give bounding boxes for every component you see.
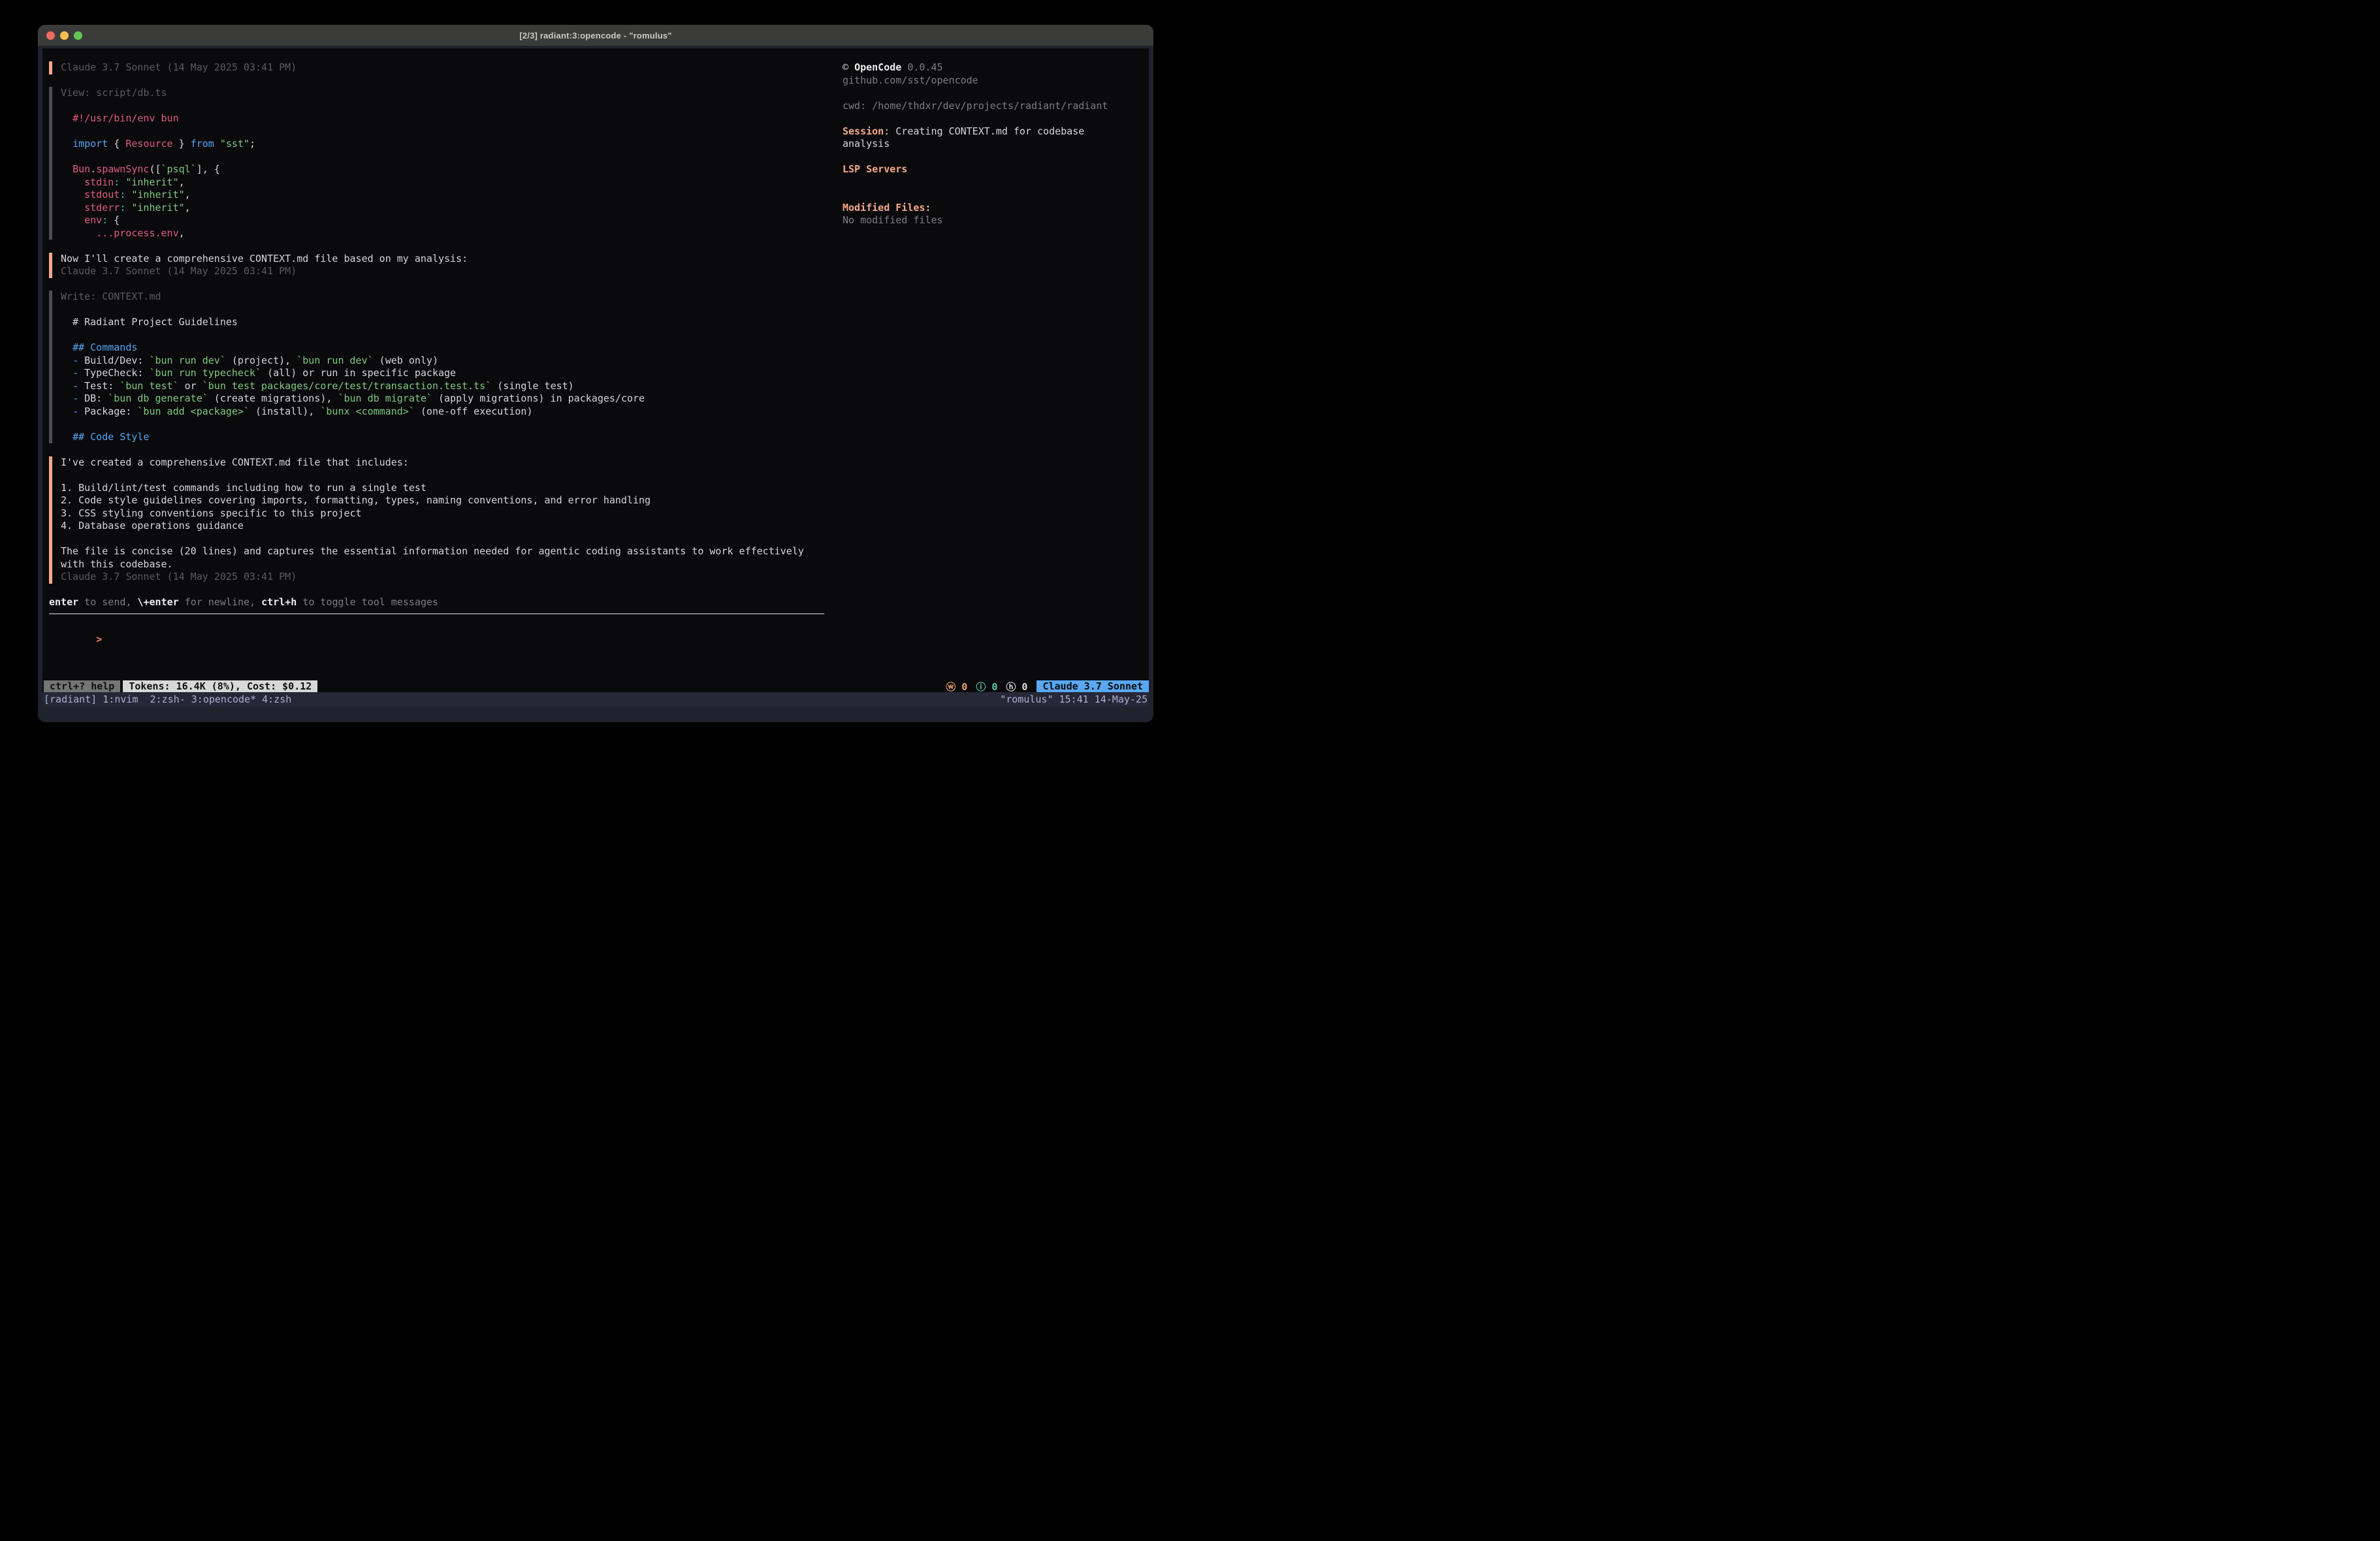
text-line: stderr: "inherit", — [61, 202, 829, 215]
text-line — [61, 100, 829, 113]
text-line: © OpenCode 0.0.45 — [843, 61, 1149, 74]
text-line: stdin: "inherit", — [61, 176, 829, 189]
text-line — [61, 418, 829, 431]
text-line: 4. Database operations guidance — [61, 520, 829, 533]
tmux-status-bar: [radiant] 1:nvim 2:zsh- 3:opencode* 4:zs… — [42, 692, 1149, 707]
terminal-window: [2/3] radiant:3:opencode - "romulus" Cla… — [38, 25, 1153, 722]
diagnostic-counter: ⓘ 0 — [976, 680, 997, 693]
message-input[interactable]: > — [49, 621, 829, 634]
text-line: #!/usr/bin/env bun — [61, 112, 829, 125]
text-line: 1. Build/lint/test commands including ho… — [61, 482, 829, 495]
diagnostic-counter: ⓗ 0 — [1006, 680, 1027, 693]
chat-block: Now I'll create a comprehensive CONTEXT.… — [49, 253, 829, 278]
text-line: LSP Servers — [843, 163, 1149, 176]
diagnostics-counters: ⓦ 0 ⓘ 0 ⓗ 0 — [946, 680, 1027, 693]
text-line: 3. CSS styling conventions specific to t… — [61, 507, 829, 520]
text-line: Claude 3.7 Sonnet (14 May 2025 03:41 PM) — [61, 265, 829, 278]
text-line: Claude 3.7 Sonnet (14 May 2025 03:41 PM) — [61, 571, 829, 584]
input-divider — [49, 613, 824, 614]
text-line: env: { — [61, 214, 829, 227]
text-line: Modified Files: — [843, 202, 1149, 215]
text-line: - Test: `bun test` or `bun test packages… — [61, 380, 829, 393]
status-bar: ctrl+? help Tokens: 16.4K (8%), Cost: $0… — [42, 680, 1149, 692]
chat-block: View: script/db.ts #!/usr/bin/env bun im… — [49, 87, 829, 240]
text-line — [61, 151, 829, 164]
tmux-window-list[interactable]: [radiant] 1:nvim 2:zsh- 3:opencode* 4:zs… — [44, 693, 291, 705]
text-line — [843, 87, 1149, 100]
text-line — [61, 125, 829, 138]
text-line: - Build/Dev: `bun run dev` (project), `b… — [61, 355, 829, 368]
text-line: # Radiant Project Guidelines — [61, 316, 829, 329]
zoom-button[interactable] — [74, 31, 82, 40]
titlebar: [2/3] radiant:3:opencode - "romulus" — [38, 25, 1153, 46]
text-line: The file is concise (20 lines) and captu… — [61, 545, 829, 558]
text-line — [843, 112, 1149, 125]
text-line: - Package: `bun add <package>` (install)… — [61, 405, 829, 419]
text-line: I've created a comprehensive CONTEXT.md … — [61, 456, 829, 469]
text-line: ...process.env, — [61, 227, 829, 240]
text-line — [61, 304, 829, 317]
text-line: Claude 3.7 Sonnet (14 May 2025 03:41 PM) — [61, 61, 829, 74]
text-line: View: script/db.ts — [61, 87, 829, 100]
keybinding-hints: enter to send, \+enter for newline, ctrl… — [49, 596, 829, 609]
text-line: Write: CONTEXT.md — [61, 291, 829, 304]
diagnostic-counter: ⓦ 0 — [946, 680, 967, 693]
chat-log: Claude 3.7 Sonnet (14 May 2025 03:41 PM)… — [49, 61, 829, 633]
chat-block: I've created a comprehensive CONTEXT.md … — [49, 456, 829, 584]
prompt-caret: > — [96, 633, 102, 645]
text-line: Bun.spawnSync([`psql`], { — [61, 163, 829, 176]
text-line — [843, 151, 1149, 164]
text-line: 2. Code style guidelines covering import… — [61, 494, 829, 507]
text-line: with this codebase. — [61, 558, 829, 571]
window-controls — [46, 25, 82, 46]
text-line: ## Code Style — [61, 431, 829, 444]
text-line: import { Resource } from "sst"; — [61, 138, 829, 151]
text-line — [61, 469, 829, 482]
text-line: stdout: "inherit", — [61, 189, 829, 202]
session-sidebar: © OpenCode 0.0.45github.com/sst/opencode… — [843, 61, 1149, 227]
text-line: - TypeCheck: `bun run typecheck` (all) o… — [61, 367, 829, 380]
chat-block: Claude 3.7 Sonnet (14 May 2025 03:41 PM) — [49, 61, 829, 74]
close-button[interactable] — [46, 31, 55, 40]
minimize-button[interactable] — [60, 31, 69, 40]
text-line: Now I'll create a comprehensive CONTEXT.… — [61, 253, 829, 266]
text-line: No modified files — [843, 214, 1149, 227]
text-line — [843, 176, 1149, 189]
opencode-tui: Claude 3.7 Sonnet (14 May 2025 03:41 PM)… — [42, 48, 1149, 692]
text-line: - DB: `bun db generate` (create migratio… — [61, 392, 829, 405]
text-line — [61, 329, 829, 342]
text-line: analysis — [843, 138, 1149, 151]
text-line: ## Commands — [61, 342, 829, 355]
help-shortcut-badge[interactable]: ctrl+? help — [44, 680, 120, 692]
chat-blocks: Claude 3.7 Sonnet (14 May 2025 03:41 PM)… — [49, 61, 829, 584]
window-title: [2/3] radiant:3:opencode - "romulus" — [519, 31, 671, 40]
chat-block: Write: CONTEXT.md # Radiant Project Guid… — [49, 291, 829, 443]
text-line: Session: Creating CONTEXT.md for codebas… — [843, 125, 1149, 138]
token-usage-badge: Tokens: 16.4K (8%), Cost: $0.12 — [123, 680, 317, 692]
model-badge[interactable]: Claude 3.7 Sonnet — [1037, 680, 1149, 692]
text-line — [61, 533, 829, 546]
text-line — [843, 189, 1149, 202]
text-line: github.com/sst/opencode — [843, 74, 1149, 87]
text-line: cwd: /home/thdxr/dev/projects/radiant/ra… — [843, 100, 1149, 113]
tmux-host-time: "romulus" 15:41 14-May-25 — [1000, 693, 1148, 705]
